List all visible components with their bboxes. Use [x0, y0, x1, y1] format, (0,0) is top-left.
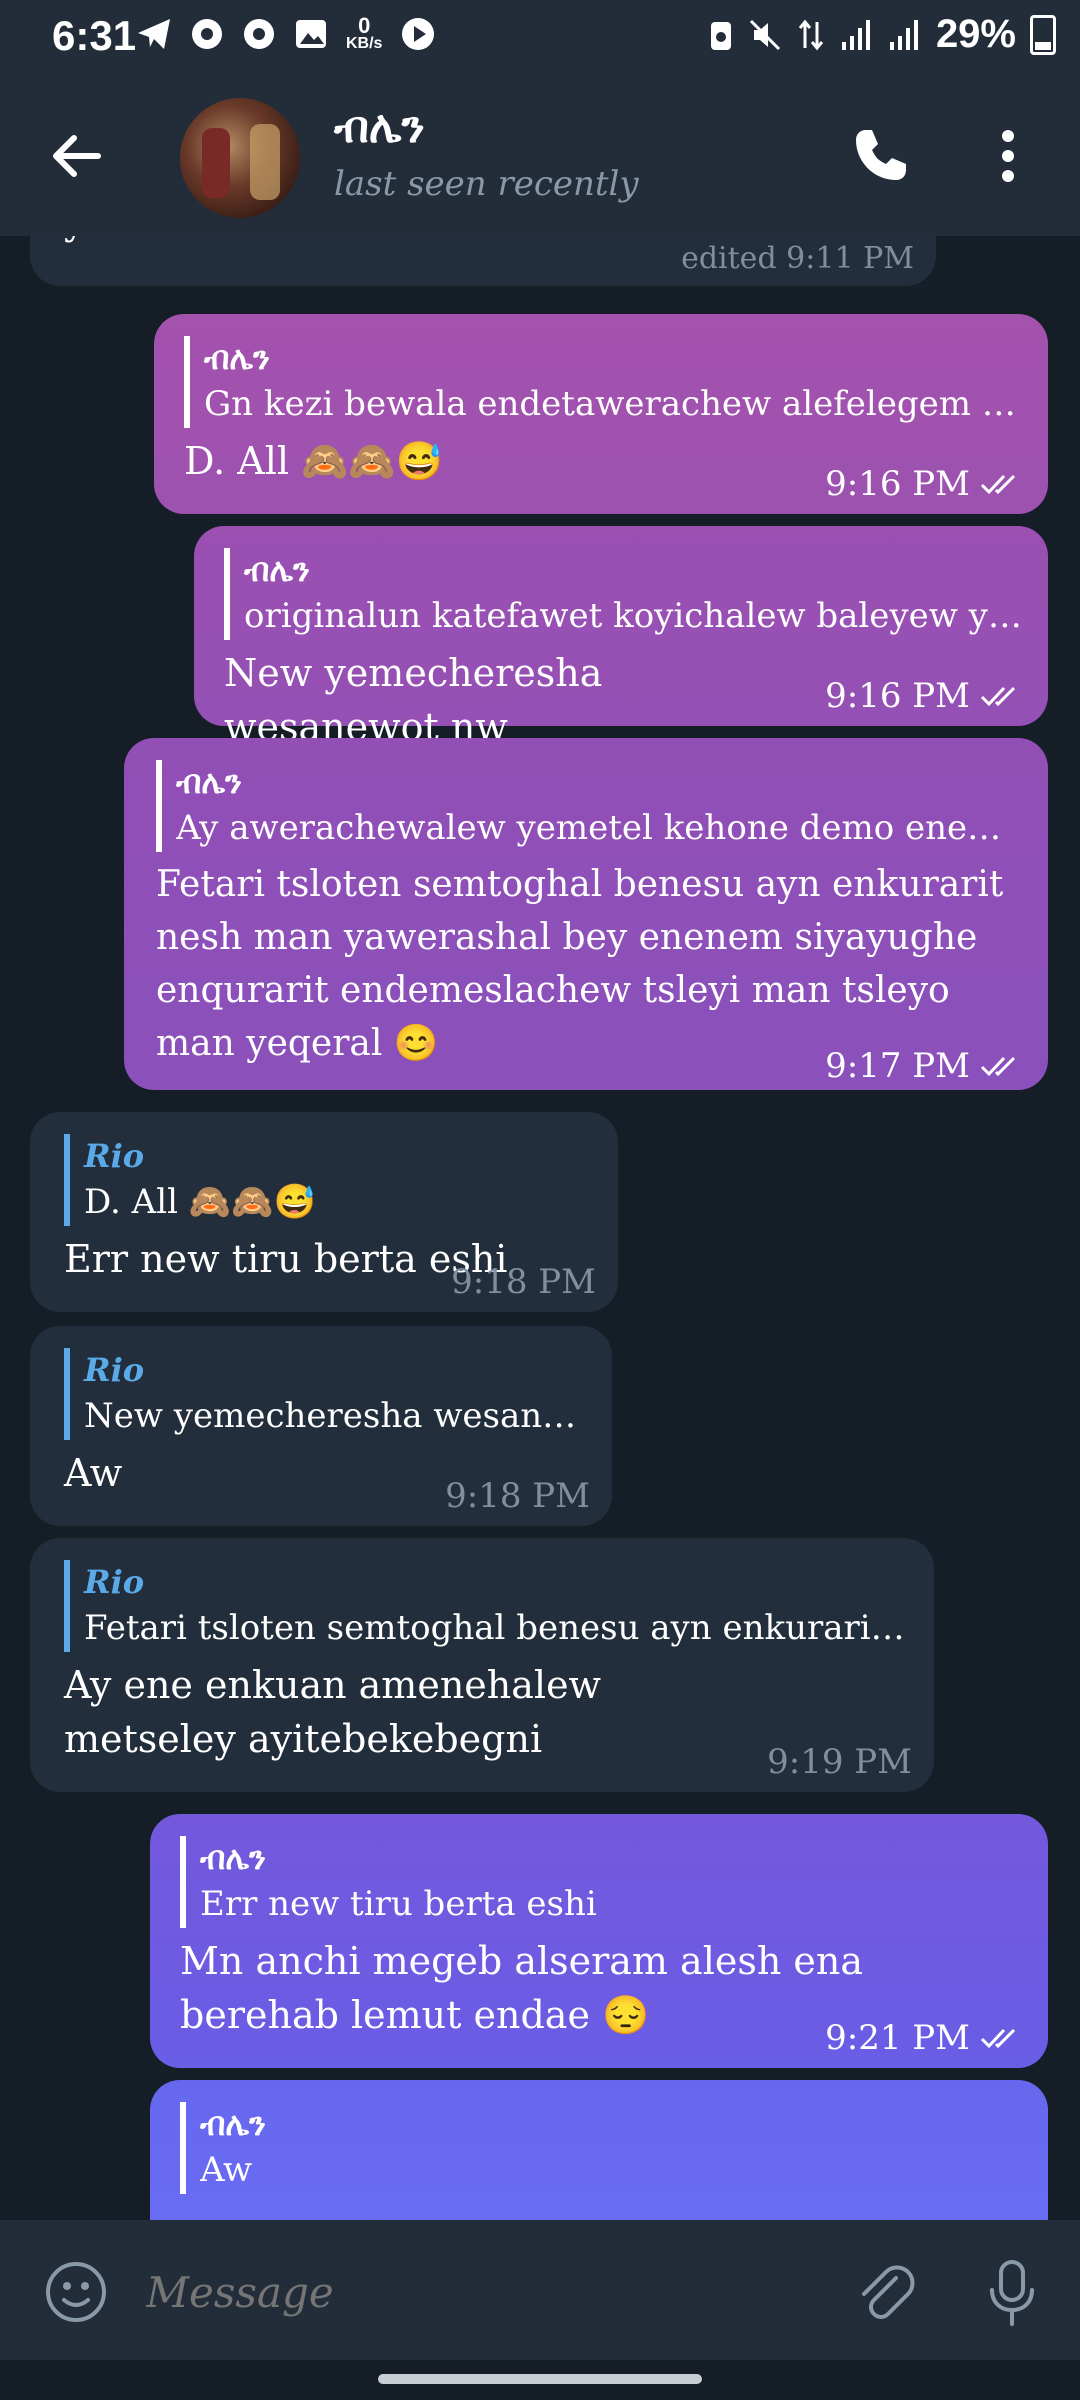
- network-speed-value: 0: [358, 13, 371, 38]
- double-check-icon: [980, 1056, 1016, 1077]
- reply-quote[interactable]: ብሌን Gn kezi bewala endetawerachew alefel…: [184, 336, 1022, 428]
- message-incoming[interactable]: Rio D. All 🙈🙈😅 Err new tiru berta eshi 9…: [30, 1112, 618, 1312]
- battery-icon: [1030, 14, 1056, 55]
- message-meta: 9:18 PM: [451, 1262, 596, 1302]
- reply-quote[interactable]: Rio New yemecheresha wesanewot nw: [64, 1348, 586, 1440]
- message-composer: [0, 2220, 1080, 2360]
- reply-quote[interactable]: ብሌን Aw: [180, 2102, 1022, 2194]
- quote-author: ብሌን: [204, 339, 270, 377]
- message-meta: 9:18 PM: [445, 1476, 590, 1516]
- attach-icon[interactable]: [852, 2260, 916, 2324]
- message-time: 9:16 PM: [825, 676, 970, 716]
- reply-quote[interactable]: ብሌን originalun katefawet koyichalew bale…: [224, 548, 1022, 640]
- message-incoming[interactable]: yishalehal aa edited 9:11 PM: [30, 236, 936, 286]
- message-incoming[interactable]: Rio New yemecheresha wesanewot nw Aw 9:1…: [30, 1326, 612, 1526]
- phone-icon[interactable]: [848, 124, 912, 188]
- quote-text: New yemecheresha wesanewot nw: [84, 1396, 586, 1436]
- quote-author: Rio: [84, 1137, 145, 1175]
- message-outgoing[interactable]: ብሌን Err new tiru berta eshi Mn anchi meg…: [150, 1814, 1048, 2068]
- message-time: 9:18 PM: [451, 1262, 596, 1302]
- status-system-icons: 29%: [708, 12, 1056, 57]
- chat-last-seen: last seen recently: [334, 164, 639, 204]
- quote-text: Fetari tsloten semtoghal benesu ayn enku…: [84, 1608, 908, 1648]
- message-time: 9:21 PM: [825, 2018, 970, 2058]
- message-incoming[interactable]: Rio Fetari tsloten semtoghal benesu ayn …: [30, 1538, 934, 1792]
- message-outgoing[interactable]: ብሌን Aw: [150, 2080, 1048, 2220]
- gesture-navigation-bar: [0, 2360, 1080, 2400]
- signal-icon: [889, 19, 918, 50]
- quote-author: Rio: [84, 1563, 145, 1601]
- message-meta: 9:16 PM: [825, 464, 1026, 504]
- battery-percent: 29%: [935, 12, 1016, 56]
- quote-text: Gn kezi bewala endetawerachew alefelegem…: [204, 384, 1022, 424]
- double-check-icon: [980, 686, 1016, 707]
- quote-text: Aw: [200, 2150, 253, 2190]
- quote-text: Ay awerachewalew yemetel kehone demo ene…: [176, 808, 1022, 848]
- quote-author: Rio: [84, 1351, 145, 1389]
- gallery-icon: [296, 20, 326, 48]
- message-time: 9:19 PM: [767, 1742, 912, 1782]
- play-icon: [402, 18, 435, 50]
- data-arrows-icon: [798, 19, 824, 50]
- quote-author: ብሌን: [176, 763, 242, 801]
- mute-icon: [749, 19, 780, 50]
- status-time: 6:31: [52, 12, 137, 59]
- double-check-icon: [980, 474, 1016, 495]
- network-speed-unit: KB/s: [346, 35, 383, 52]
- avatar[interactable]: [180, 98, 300, 218]
- message-list[interactable]: yishalehal aa edited 9:11 PM ብሌን Gn kezi…: [0, 236, 1080, 2220]
- message-meta: 9:19 PM: [767, 1742, 912, 1782]
- status-notification-icons: 0 KB/s: [136, 13, 436, 52]
- telegram-icon: [138, 19, 170, 49]
- message-text: Fetari tsloten semtoghal benesu ayn enku…: [156, 864, 1004, 1064]
- home-gesture-pill[interactable]: [378, 2374, 702, 2384]
- message-outgoing[interactable]: ብሌን Ay awerachewalew yemetel kehone demo…: [124, 738, 1048, 1090]
- quote-author: ብሌን: [244, 551, 310, 589]
- chat-header: ብሌን last seen recently: [0, 76, 1080, 236]
- quote-text: originalun katefawet koyichalew baleyew …: [244, 596, 1022, 636]
- message-meta: 9:21 PM: [825, 2018, 1026, 2058]
- reply-quote[interactable]: Rio D. All 🙈🙈😅: [64, 1134, 592, 1226]
- microphone-icon[interactable]: [984, 2258, 1040, 2328]
- more-vertical-icon[interactable]: [988, 124, 1028, 188]
- reply-quote[interactable]: Rio Fetari tsloten semtoghal benesu ayn …: [64, 1560, 908, 1652]
- reply-quote[interactable]: ብሌን Err new tiru berta eshi: [180, 1836, 1022, 1928]
- quote-author: ብሌን: [200, 1839, 266, 1877]
- chrome-icon: [244, 19, 274, 49]
- network-speed: 0 KB/s: [346, 13, 383, 52]
- message-input[interactable]: [144, 2256, 788, 2328]
- back-arrow-icon[interactable]: [44, 124, 108, 188]
- message-time: 9:17 PM: [825, 1046, 970, 1086]
- reply-quote[interactable]: ብሌን Ay awerachewalew yemetel kehone demo…: [156, 760, 1022, 852]
- message-meta: edited 9:11 PM: [681, 241, 914, 276]
- quote-author: ብሌን: [200, 2105, 266, 2143]
- message-meta: 9:17 PM: [825, 1046, 1026, 1086]
- battery-saver-icon: [710, 21, 731, 50]
- status-bar: 6:31 0 KB/s 29%: [0, 0, 1080, 76]
- message-time: 9:16 PM: [825, 464, 970, 504]
- signal-icon: [841, 19, 870, 50]
- message-outgoing[interactable]: ብሌን originalun katefawet koyichalew bale…: [194, 526, 1048, 749]
- message-meta: 9:16 PM: [825, 676, 1026, 716]
- quote-text: Err new tiru berta eshi: [200, 1884, 597, 1924]
- quote-text: D. All 🙈🙈😅: [84, 1182, 316, 1222]
- message-text: Ay ene enkuan amenehalew metseley ayiteb…: [64, 1663, 602, 1761]
- message-outgoing[interactable]: ብሌን Gn kezi bewala endetawerachew alefel…: [154, 314, 1048, 514]
- message-time: 9:18 PM: [445, 1476, 590, 1516]
- double-check-icon: [980, 2028, 1016, 2049]
- chat-title[interactable]: ብሌን: [334, 102, 425, 153]
- emoji-icon[interactable]: [44, 2260, 108, 2324]
- message-time: edited 9:11 PM: [681, 241, 914, 276]
- chrome-icon: [192, 19, 222, 49]
